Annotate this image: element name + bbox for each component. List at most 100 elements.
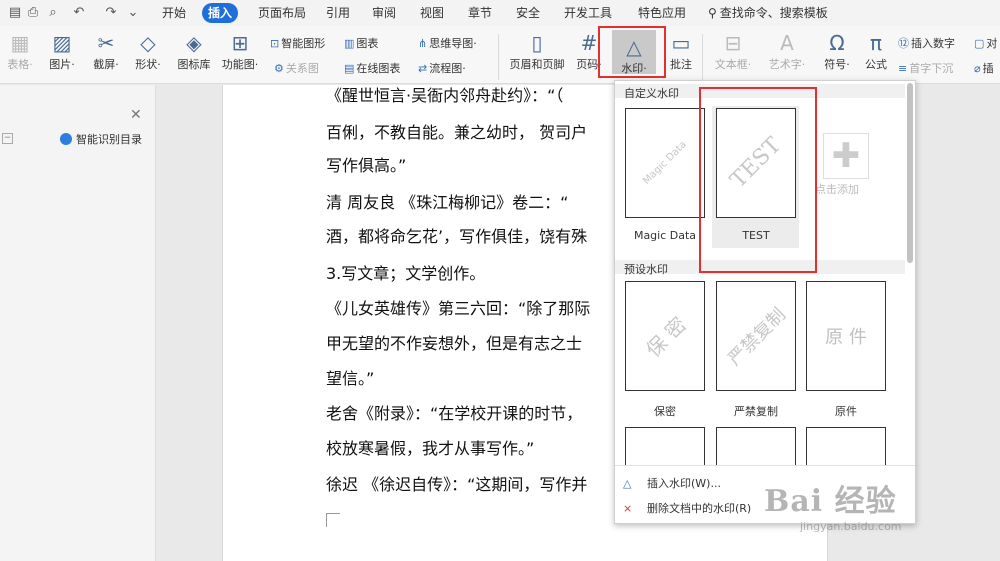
drop-cap-button[interactable]: ≡ 首字下沉 [898,61,953,77]
drop-cap-label: 首字下沉 [909,62,954,75]
tab-references[interactable]: 引用 [320,3,356,23]
insert-number-button[interactable]: ⑫ 插入数字 [898,36,955,52]
print-preview-icon[interactable]: ⌕ [44,4,62,22]
word-art-button[interactable]: A 艺术字· [762,30,812,72]
chart-label: 图表 [356,37,379,50]
tab-review[interactable]: 审阅 [366,3,402,23]
watermark-label: 原件 [835,405,857,418]
custom-watermark-title: 自定义水印 [624,87,679,100]
add-watermark-button[interactable]: ✚ [823,133,869,179]
undo-icon[interactable]: ↶ [70,4,88,22]
object-button[interactable]: ▢ 对 [974,36,997,52]
insert-watermark-menu-item[interactable]: △ 插入水印(W)... [623,475,721,491]
function-chart-icon: ⊞ [231,31,249,55]
smart-art-label: 智能图形 [281,37,326,50]
table-button[interactable]: ▦ 表格· [4,30,36,72]
command-search[interactable]: ⚲ 查找命令、搜索模板 [708,3,828,23]
watermark-thumb-confidential[interactable]: 保 密 [625,281,705,391]
command-search-label: 查找命令、搜索模板 [719,6,828,20]
site-watermark-url: jingyan.baidu.com [800,520,902,533]
textbox-button[interactable]: ⊟ 文本框· [710,30,756,72]
site-watermark: Bai 经验 jingyan.baidu.com [764,476,994,556]
mind-map-button[interactable]: ⋔ 思维导图· [418,36,477,52]
customize-icon[interactable]: ⌄ [124,4,142,22]
tab-view[interactable]: 视图 [414,3,450,23]
tab-page-layout[interactable]: 页面布局 [252,3,312,23]
tab-special[interactable]: 特色应用 [632,3,692,23]
picture-icon: ▨ [52,31,72,55]
print-icon[interactable]: ⎙ [24,4,42,22]
comment-icon: ▭ [671,31,691,55]
watermark-thumb-no-copy[interactable]: 严禁复制 [716,281,796,391]
divider [615,465,915,466]
pi-icon: π [869,31,883,55]
online-chart-icon: ▤ [344,62,355,75]
flow-chart-label: 流程图· [429,62,466,75]
dropdown-scrollbar[interactable] [907,83,913,263]
watermark-icon: △ [623,477,632,490]
symbol-button[interactable]: Ω 符号· [818,30,856,72]
screenshot-label: 截屏· [93,58,119,71]
shape-button[interactable]: ◇ 形状· [130,30,166,72]
tab-chapter[interactable]: 章节 [462,3,498,23]
flow-chart-button[interactable]: ⇄ 流程图· [418,61,466,77]
tab-insert[interactable]: 插入 [202,3,239,23]
close-icon[interactable]: ✕ [130,107,142,123]
table-label: 表格· [7,58,33,71]
watermark-preview-text: 原 件 [825,327,867,348]
screenshot-icon: ✂ [97,31,115,55]
flow-chart-icon: ⇄ [418,62,428,75]
formula-button[interactable]: π 公式 [860,30,892,72]
header-footer-button[interactable]: ▯ 页眉和页脚 [506,30,568,72]
function-chart-button[interactable]: ⊞ 功能图· [218,30,262,72]
redo-icon[interactable]: ↷ [102,4,120,22]
chart-button[interactable]: ▥ 图表 [344,36,378,52]
attachment-label: 插 [982,62,994,75]
attachment-button[interactable]: ⌀ 插 [974,61,994,77]
collapse-icon[interactable]: − [2,133,13,144]
icon-library-button[interactable]: ◈ 图标库 [174,30,214,72]
comment-label: 批注 [670,58,692,71]
smart-toc-button[interactable]: 智能识别目录 [60,131,142,147]
watermark-preview-text: Magic Data [641,139,689,187]
symbol-label: 符号· [824,58,850,71]
mind-map-label: 思维导图· [429,37,477,50]
delete-watermark-menu-item[interactable]: ⨯ 删除文档中的水印(R) [623,500,751,516]
tab-developer[interactable]: 开发工具 [558,3,618,23]
relation-button[interactable]: ⚙ 关系图 [274,61,319,77]
object-icon: ▢ [974,37,985,50]
word-art-label: 艺术字· [768,58,806,71]
omega-icon: Ω [829,31,845,55]
delete-watermark-icon: ⨯ [623,502,633,515]
watermark-preview-text: 保 密 [641,312,691,362]
smart-art-button[interactable]: ⊡ 智能图形 [270,36,325,52]
online-chart-label: 在线图表 [356,62,401,75]
tab-home[interactable]: 开始 [156,3,192,23]
online-chart-button[interactable]: ▤ 在线图表 [344,61,400,77]
watermark-highlight-box [598,26,666,78]
chart-icon: ▥ [344,37,355,50]
preset-watermark-title: 预设水印 [624,263,668,276]
shape-icon: ◇ [140,31,156,55]
number-icon: ⑫ [898,37,909,50]
comment-button[interactable]: ▭ 批注 [666,30,696,72]
insert-watermark-label: 插入水印(W)... [647,477,721,490]
function-chart-label: 功能图· [221,58,259,71]
ribbon-separator [702,34,703,80]
picture-button[interactable]: ▨ 图片· [44,30,80,72]
watermark-label: 保密 [654,405,676,418]
watermark-thumb-magic-data[interactable]: Magic Data [625,108,705,218]
site-watermark-brand: Bai 经验 [764,484,897,519]
file-icon[interactable]: ▤ [6,4,24,22]
mind-map-icon: ⋔ [418,37,428,50]
ribbon: ▦ 表格· ▨ 图片· ✂ 截屏· ◇ 形状· ◈ 图标库 ⊞ 功能图· ⊡ 智能… [0,26,1000,84]
icon-library-label: 图标库 [177,58,211,71]
smart-toc-icon [60,133,72,145]
tab-security[interactable]: 安全 [510,3,546,23]
document-line: 百俐，不教自能。兼之幼时， 贺司户 [326,123,588,142]
screenshot-button[interactable]: ✂ 截屏· [88,30,124,72]
add-watermark-label: 点击添加 [815,183,859,196]
document-line: 《醒世恒言·吴衙内邻舟赴约》：“（ [326,86,564,105]
watermark-thumb-original[interactable]: 原 件 [806,281,886,391]
icon-library-icon: ◈ [186,31,202,55]
